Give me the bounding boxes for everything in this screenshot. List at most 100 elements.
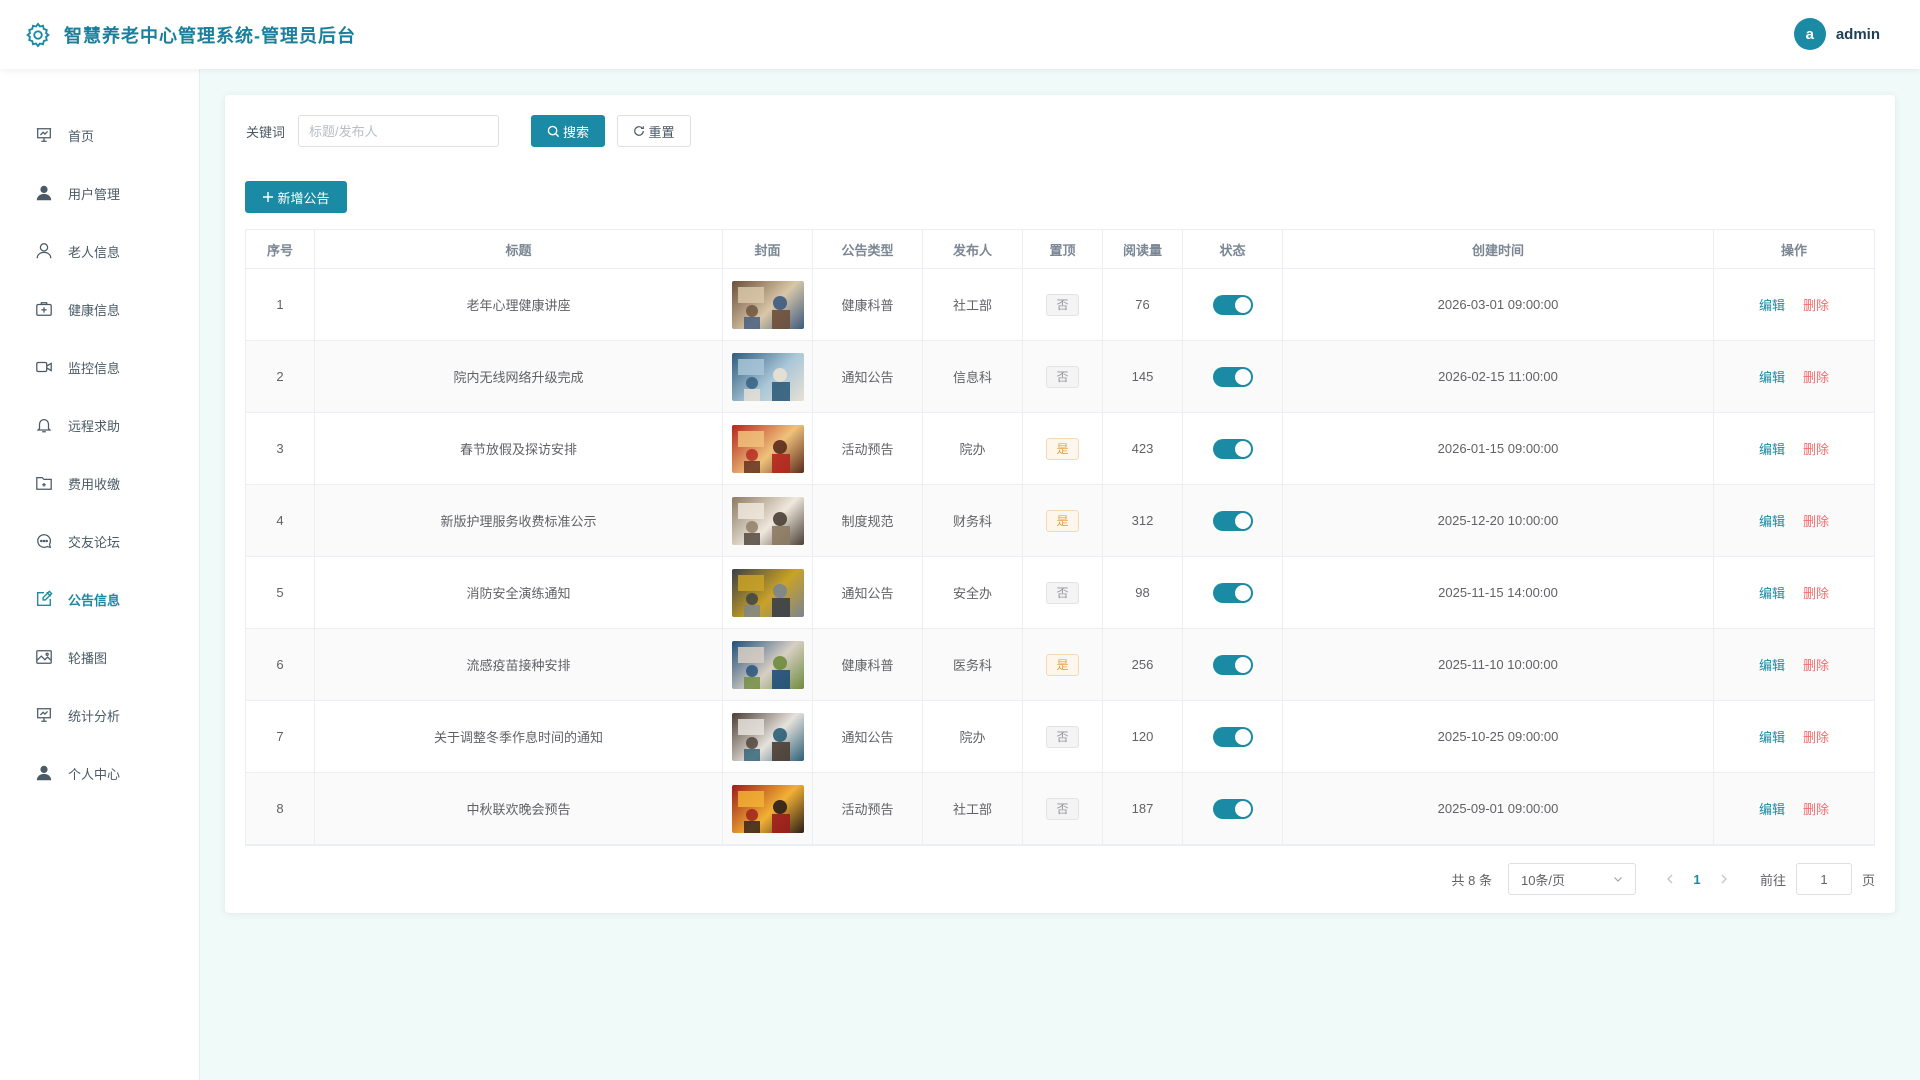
cover-thumbnail[interactable] <box>731 640 804 689</box>
sidebar-item-forum[interactable]: 交友论坛 <box>0 521 200 561</box>
avatar[interactable]: a <box>1793 18 1826 50</box>
sidebar-item-help[interactable]: 远程求助 <box>0 405 200 445</box>
cell-title: 老年心理健康讲座 <box>315 269 723 340</box>
cover-thumbnail[interactable] <box>731 280 804 329</box>
goto-page-input[interactable] <box>1795 863 1852 895</box>
delete-button[interactable]: 删除 <box>1803 511 1829 530</box>
notice-list-card: 关键词 搜索 重置 新增公告 序号 标题 封面 公告类型 发布人 置顶 阅读量 … <box>225 95 1895 913</box>
chevron-left-icon <box>1667 874 1673 884</box>
sidebar-item-label: 健康信息 <box>68 302 121 318</box>
edit-button[interactable]: 编辑 <box>1759 295 1785 314</box>
edit-button[interactable]: 编辑 <box>1759 727 1785 746</box>
user-menu[interactable]: a admin <box>1793 18 1880 50</box>
search-button[interactable]: 搜索 <box>531 115 605 147</box>
cover-thumbnail[interactable] <box>731 352 804 401</box>
table-row: 7 关于调整冬季作息时间的通知 通知公告 院办否 120 2025-10-25 09:00… <box>246 701 1874 773</box>
delete-button[interactable]: 删除 <box>1803 439 1829 458</box>
cell-type: 通知公告 <box>813 557 923 628</box>
delete-button[interactable]: 删除 <box>1803 727 1829 746</box>
cell-created: 2026-03-01 09:00:00 <box>1283 269 1714 340</box>
page-number-current[interactable]: 1 <box>1682 872 1712 887</box>
pinned-tag: 是 <box>1046 509 1079 532</box>
cell-cover <box>723 485 813 556</box>
username[interactable]: admin <box>1836 26 1880 43</box>
cover-thumbnail[interactable] <box>731 496 804 545</box>
cell-pinned: 否 <box>1023 269 1103 340</box>
reset-button[interactable]: 重置 <box>617 115 691 147</box>
cover-thumbnail[interactable] <box>731 784 804 833</box>
edit-button[interactable]: 编辑 <box>1759 367 1785 386</box>
cover-image <box>737 790 790 833</box>
cell-reads: 256 <box>1103 629 1183 700</box>
sidebar-item-notices[interactable]: 公告信息 <box>0 579 200 619</box>
pinned-tag: 否 <box>1046 725 1079 748</box>
sidebar-item-label: 老人信息 <box>68 244 121 260</box>
status-toggle[interactable] <box>1212 654 1253 675</box>
prev-page-button[interactable] <box>1658 874 1682 884</box>
pagination-total: 共 8 条 <box>1451 872 1492 888</box>
cell-index: 3 <box>246 413 315 484</box>
add-notice-label: 新增公告 <box>277 190 330 206</box>
edit-button[interactable]: 编辑 <box>1759 799 1785 818</box>
status-toggle[interactable] <box>1212 510 1253 531</box>
add-notice-button[interactable]: 新增公告 <box>245 181 347 213</box>
edit-button[interactable]: 编辑 <box>1759 583 1785 602</box>
sidebar-item-stats[interactable]: 统计分析 <box>0 695 200 735</box>
page-size-select[interactable]: 10条/页 <box>1507 863 1636 895</box>
cell-cover <box>723 557 813 628</box>
next-page-button[interactable] <box>1712 874 1736 884</box>
cell-pinned: 是 <box>1023 485 1103 556</box>
cell-pinned: 否 <box>1023 341 1103 412</box>
cover-image <box>737 646 790 689</box>
status-toggle[interactable] <box>1212 582 1253 603</box>
sidebar-item-label: 用户管理 <box>68 186 121 202</box>
delete-button[interactable]: 删除 <box>1803 655 1829 674</box>
cover-thumbnail[interactable] <box>731 568 804 617</box>
cell-publisher: 社工部 <box>923 773 1023 844</box>
sidebar-item-monitor[interactable]: 监控信息 <box>0 347 200 387</box>
keyword-input[interactable] <box>298 115 499 147</box>
plus-icon <box>263 192 274 202</box>
cell-reads: 423 <box>1103 413 1183 484</box>
cell-publisher: 信息科 <box>923 341 1023 412</box>
cell-title: 流感疫苗接种安排 <box>315 629 723 700</box>
sidebar-item-profile[interactable]: 个人中心 <box>0 753 200 793</box>
status-toggle[interactable] <box>1212 438 1253 459</box>
status-toggle[interactable] <box>1212 798 1253 819</box>
cell-actions: 编辑 删除 <box>1714 557 1874 628</box>
delete-button[interactable]: 删除 <box>1803 367 1829 386</box>
status-toggle[interactable] <box>1212 726 1253 747</box>
status-toggle[interactable] <box>1212 366 1253 387</box>
delete-button[interactable]: 删除 <box>1803 295 1829 314</box>
cell-created: 2025-12-20 10:00:00 <box>1283 485 1714 556</box>
sidebar-item-label: 个人中心 <box>68 766 121 782</box>
data-board-icon <box>36 708 52 722</box>
cover-thumbnail[interactable] <box>731 712 804 761</box>
edit-button[interactable]: 编辑 <box>1759 655 1785 674</box>
picture-icon <box>36 650 52 664</box>
edit-button[interactable]: 编辑 <box>1759 439 1785 458</box>
cell-status <box>1183 629 1283 700</box>
sidebar-item-label: 监控信息 <box>68 360 121 376</box>
cell-type: 制度规范 <box>813 485 923 556</box>
delete-button[interactable]: 删除 <box>1803 799 1829 818</box>
sidebar-item-home[interactable]: 首页 <box>0 115 200 155</box>
cover-thumbnail[interactable] <box>731 424 804 473</box>
cell-publisher: 财务科 <box>923 485 1023 556</box>
table-row: 8 中秋联欢晚会预告 活动预告 社工部否 187 2025-09-01 09:00:00 编… <box>246 773 1874 845</box>
pinned-tag: 是 <box>1046 437 1079 460</box>
table-row: 5 消防安全演练通知 通知公告 安全办否 98 2025-11-15 14:00:00 编辑… <box>246 557 1874 629</box>
cell-created: 2025-09-01 09:00:00 <box>1283 773 1714 844</box>
sidebar-item-users[interactable]: 用户管理 <box>0 173 200 213</box>
cell-actions: 编辑 删除 <box>1714 701 1874 772</box>
sidebar-item-fees[interactable]: 费用收缴 <box>0 463 200 503</box>
cell-index: 1 <box>246 269 315 340</box>
status-toggle[interactable] <box>1212 294 1253 315</box>
cell-index: 2 <box>246 341 315 412</box>
sidebar-item-health[interactable]: 健康信息 <box>0 289 200 329</box>
delete-button[interactable]: 删除 <box>1803 583 1829 602</box>
sidebar-item-elderly[interactable]: 老人信息 <box>0 231 200 271</box>
edit-button[interactable]: 编辑 <box>1759 511 1785 530</box>
sidebar-item-carousel[interactable]: 轮播图 <box>0 637 200 677</box>
cell-index: 4 <box>246 485 315 556</box>
